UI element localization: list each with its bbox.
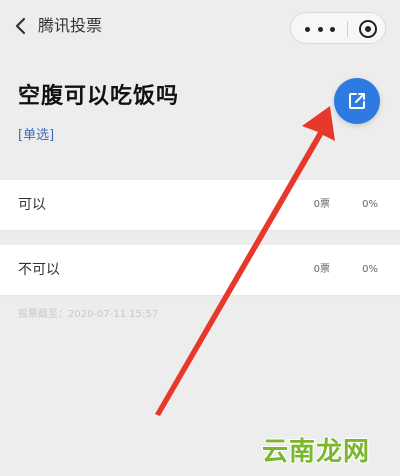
vote-option[interactable]: 可以 0票 0%	[0, 180, 400, 230]
chevron-left-icon[interactable]	[12, 16, 30, 36]
miniprogram-capsule	[290, 12, 386, 44]
page-title: 腾讯投票	[38, 16, 103, 35]
edit-share-icon	[349, 93, 365, 109]
option-percent: 0%	[362, 199, 378, 210]
watermark: 云南龙网	[262, 437, 371, 467]
option-votes: 0票	[313, 264, 330, 275]
question-title: 空腹可以吃饭吗	[18, 84, 180, 109]
navigation-bar: 腾讯投票	[0, 0, 400, 52]
capsule-divider	[347, 21, 348, 37]
vote-option[interactable]: 不可以 0票 0%	[0, 245, 400, 295]
edit-button[interactable]	[334, 78, 380, 124]
more-dots-icon[interactable]	[305, 26, 335, 32]
option-percent: 0%	[362, 264, 378, 275]
option-label: 可以	[18, 197, 46, 213]
red-arrow-annotation	[155, 106, 335, 416]
target-close-icon[interactable]	[359, 20, 377, 38]
question-type-label: [单选]	[18, 128, 55, 143]
vote-deadline: 投票截至：2020-07-11 15:57	[18, 309, 159, 320]
option-votes: 0票	[313, 199, 330, 210]
option-label: 不可以	[18, 262, 60, 278]
